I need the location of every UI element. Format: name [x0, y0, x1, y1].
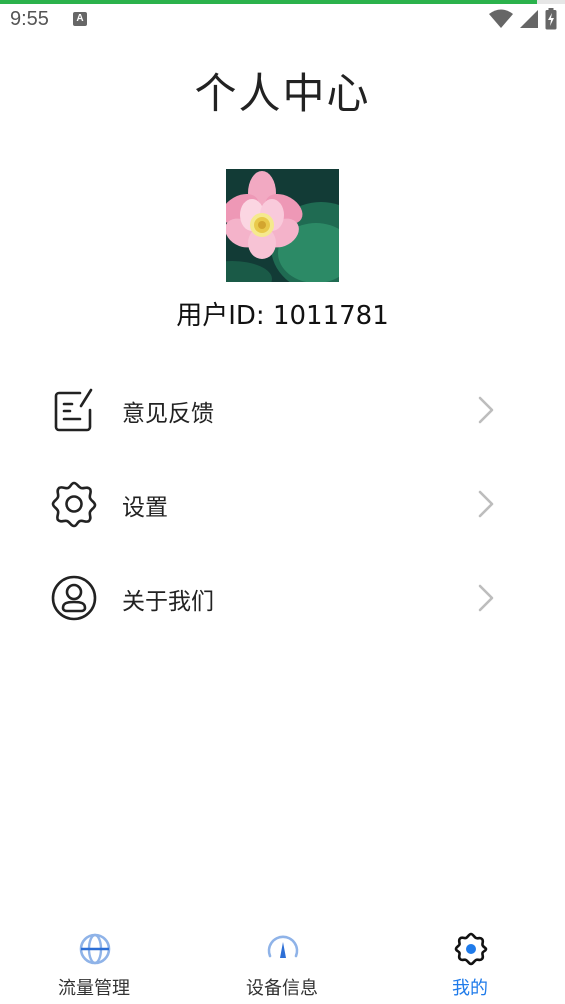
- battery-charging-icon: [545, 8, 557, 30]
- cellular-signal-icon: [520, 10, 538, 28]
- chevron-right-icon: [478, 396, 494, 424]
- status-icons: [489, 8, 557, 30]
- gear-icon: [454, 932, 488, 966]
- menu-item-feedback[interactable]: 意见反馈: [0, 362, 565, 456]
- globe-icon: [79, 933, 111, 965]
- chevron-right-icon: [478, 584, 494, 612]
- settings-gear-icon: [51, 481, 97, 528]
- menu-item-label: 设置: [122, 495, 168, 521]
- about-user-icon: [51, 575, 97, 621]
- tab-label: 设备信息: [246, 978, 318, 999]
- avatar[interactable]: [226, 169, 339, 282]
- tab-label: 我的: [452, 978, 488, 999]
- wifi-icon: [489, 9, 513, 28]
- feedback-icon: [54, 388, 93, 432]
- menu-item-label: 关于我们: [122, 589, 214, 615]
- user-id-label: 用户ID: 1011781: [176, 301, 389, 331]
- menu-item-label: 意见反馈: [122, 401, 214, 427]
- bottom-nav: 流量管理 设备信息 我的: [0, 920, 565, 1004]
- status-time: 9:55: [10, 8, 49, 30]
- chevron-right-icon: [478, 490, 494, 518]
- tab-label: 流量管理: [58, 978, 130, 999]
- page-title: 个人中心: [194, 69, 371, 118]
- gauge-icon: [267, 935, 299, 958]
- tab-traffic-management[interactable]: 流量管理: [0, 920, 188, 1004]
- menu-item-settings[interactable]: 设置: [0, 456, 565, 550]
- tab-device-info[interactable]: 设备信息: [188, 920, 376, 1004]
- status-bar: 9:55 A: [0, 4, 565, 36]
- notification-a-icon: A: [73, 12, 87, 26]
- tab-mine[interactable]: 我的: [376, 920, 564, 1004]
- menu-item-about[interactable]: 关于我们: [0, 550, 565, 644]
